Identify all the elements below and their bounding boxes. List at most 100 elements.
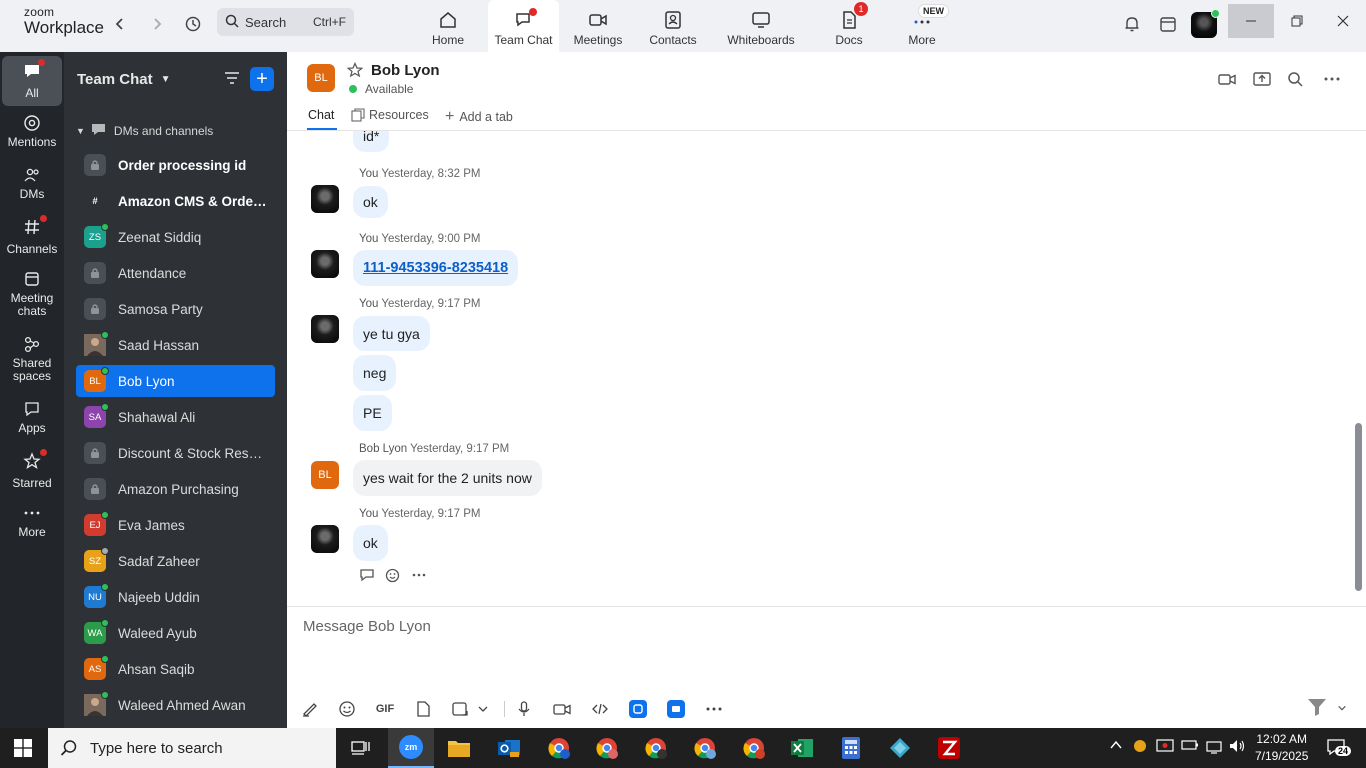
more-tools-icon[interactable] — [705, 700, 723, 718]
user-avatar[interactable] — [311, 185, 339, 213]
filezilla-icon[interactable] — [926, 728, 972, 768]
tab-resources[interactable]: Resources — [351, 108, 429, 122]
user-avatar[interactable] — [311, 525, 339, 553]
send-icon[interactable] — [1305, 695, 1329, 719]
message-bubble[interactable]: ye tu gya — [353, 316, 430, 351]
rail-shared-spaces[interactable]: Shared spaces — [2, 335, 62, 383]
contact-name[interactable]: Bob Lyon — [371, 62, 440, 79]
tray-display-icon[interactable] — [1156, 738, 1174, 756]
dms-and-channels-section[interactable]: ▼ DMs and channels — [76, 122, 213, 139]
add-reaction-icon[interactable] — [385, 567, 401, 583]
chat-list-item[interactable]: BL Bob Lyon — [76, 365, 275, 397]
chat-list-item[interactable]: Samosa Party — [76, 293, 275, 325]
app-diamond-icon[interactable] — [877, 728, 923, 768]
team-chat-dropdown[interactable]: Team Chat ▼ — [77, 71, 170, 88]
calculator-icon[interactable] — [828, 728, 874, 768]
microphone-icon[interactable] — [515, 700, 533, 718]
zoom-app-icon[interactable]: zm — [388, 728, 434, 768]
chat-list-item[interactable]: SA Shahawal Ali — [76, 401, 275, 433]
tab-contacts[interactable]: Contacts — [646, 0, 700, 52]
share-screen-icon[interactable] — [1253, 70, 1271, 88]
video-message-icon[interactable] — [553, 700, 571, 718]
chat-list-item[interactable]: EJ Eva James — [76, 509, 275, 541]
file-explorer-icon[interactable] — [436, 728, 482, 768]
reply-thread-icon[interactable] — [359, 567, 375, 583]
show-hidden-icons-icon[interactable] — [1109, 738, 1127, 756]
search-icon[interactable] — [1286, 70, 1304, 88]
chat-list-item[interactable]: AS Ahsan Saqib — [76, 653, 275, 685]
message-bubble[interactable]: neg — [353, 355, 397, 391]
search-bar[interactable]: Search Ctrl+F — [217, 8, 354, 36]
star-icon[interactable] — [347, 62, 363, 78]
tab-whiteboards[interactable]: Whiteboards — [722, 0, 800, 52]
chrome-icon[interactable] — [584, 728, 630, 768]
chat-list-item[interactable]: Discount & Stock Reser... — [76, 437, 275, 469]
windows-start-icon[interactable] — [14, 739, 32, 757]
chat-list-item[interactable]: WA Waleed Ayub — [76, 617, 275, 649]
emoji-icon[interactable] — [338, 700, 356, 718]
chat-list-item[interactable]: Attendance — [76, 257, 275, 289]
taskbar-search[interactable]: Type here to search — [48, 728, 336, 768]
system-clock[interactable]: 12:02 AM 7/19/2025 — [1255, 731, 1308, 765]
chrome-icon[interactable] — [536, 728, 582, 768]
calendar-icon[interactable] — [1156, 12, 1180, 36]
history-icon[interactable] — [181, 12, 205, 36]
chat-list-item[interactable]: Order processing id — [76, 149, 275, 181]
user-avatar[interactable] — [311, 250, 339, 278]
message-input[interactable]: Message Bob Lyon — [303, 618, 431, 635]
battery-icon[interactable] — [1181, 738, 1199, 756]
minimize-button[interactable] — [1228, 4, 1274, 38]
message-bubble[interactable]: ok — [353, 525, 388, 561]
message-bubble[interactable]: ok — [353, 186, 388, 218]
notification-center[interactable]: 24 — [1326, 738, 1352, 759]
rail-all[interactable]: All — [2, 56, 62, 106]
app-icon-2[interactable] — [667, 700, 685, 718]
new-chat-button[interactable]: + — [250, 67, 274, 91]
message-bubble[interactable]: yes wait for the 2 units now — [353, 460, 542, 496]
rail-apps[interactable]: Apps — [2, 400, 62, 435]
restore-button[interactable] — [1274, 4, 1320, 38]
scrollbar-thumb[interactable] — [1355, 423, 1362, 591]
excel-icon[interactable] — [779, 728, 825, 768]
chat-list-item[interactable]: Waleed Ahmed Awan — [76, 689, 275, 721]
rail-channels[interactable]: Channels — [2, 215, 62, 256]
message-bubble[interactable]: PE — [353, 395, 392, 431]
user-avatar[interactable] — [1191, 9, 1220, 38]
tab-meetings[interactable]: Meetings — [571, 0, 625, 52]
chat-list-item[interactable]: Saad Hassan — [76, 329, 275, 361]
contact-avatar[interactable]: BL — [307, 64, 335, 92]
more-options-icon[interactable] — [411, 567, 427, 583]
message-bubble[interactable]: id* — [353, 131, 390, 152]
chat-list-item[interactable]: # Amazon CMS & Order... — [76, 185, 275, 217]
chat-list-item[interactable]: SZ Sadaf Zaheer — [76, 545, 275, 577]
filter-icon[interactable] — [223, 69, 241, 87]
volume-icon[interactable] — [1228, 738, 1246, 756]
contact-avatar[interactable]: BL — [311, 461, 339, 489]
chevron-down-icon[interactable] — [477, 700, 489, 718]
app-icon-1[interactable] — [629, 700, 647, 718]
tab-docs[interactable]: 1 Docs — [826, 0, 872, 52]
format-text-icon[interactable] — [301, 700, 319, 718]
file-icon[interactable] — [414, 700, 432, 718]
bell-icon[interactable] — [1120, 12, 1144, 36]
tab-more[interactable]: NEW More — [899, 0, 949, 52]
chevron-down-icon[interactable] — [1337, 703, 1347, 713]
tray-app-icon[interactable] — [1132, 738, 1150, 756]
gif-icon[interactable]: GIF — [375, 700, 395, 718]
chat-list-item[interactable]: ZS Zeenat Siddiq — [76, 221, 275, 253]
tab-add[interactable]: + Add a tab — [445, 108, 513, 126]
outlook-icon[interactable] — [486, 728, 532, 768]
rail-dms[interactable]: DMs — [2, 166, 62, 201]
network-icon[interactable] — [1205, 738, 1223, 756]
chrome-icon[interactable] — [682, 728, 728, 768]
order-number-link[interactable]: 111-9453396-8235418 — [353, 250, 519, 286]
screenshot-icon[interactable] — [451, 700, 469, 718]
task-view-icon[interactable] — [338, 728, 384, 768]
video-call-icon[interactable] — [1218, 70, 1236, 88]
rail-more[interactable]: More — [2, 504, 62, 539]
close-button[interactable] — [1320, 4, 1366, 38]
message-scrollbar[interactable] — [1353, 131, 1366, 606]
tab-team-chat[interactable]: Team Chat — [488, 0, 559, 52]
user-avatar[interactable] — [311, 315, 339, 343]
chrome-icon[interactable] — [633, 728, 679, 768]
